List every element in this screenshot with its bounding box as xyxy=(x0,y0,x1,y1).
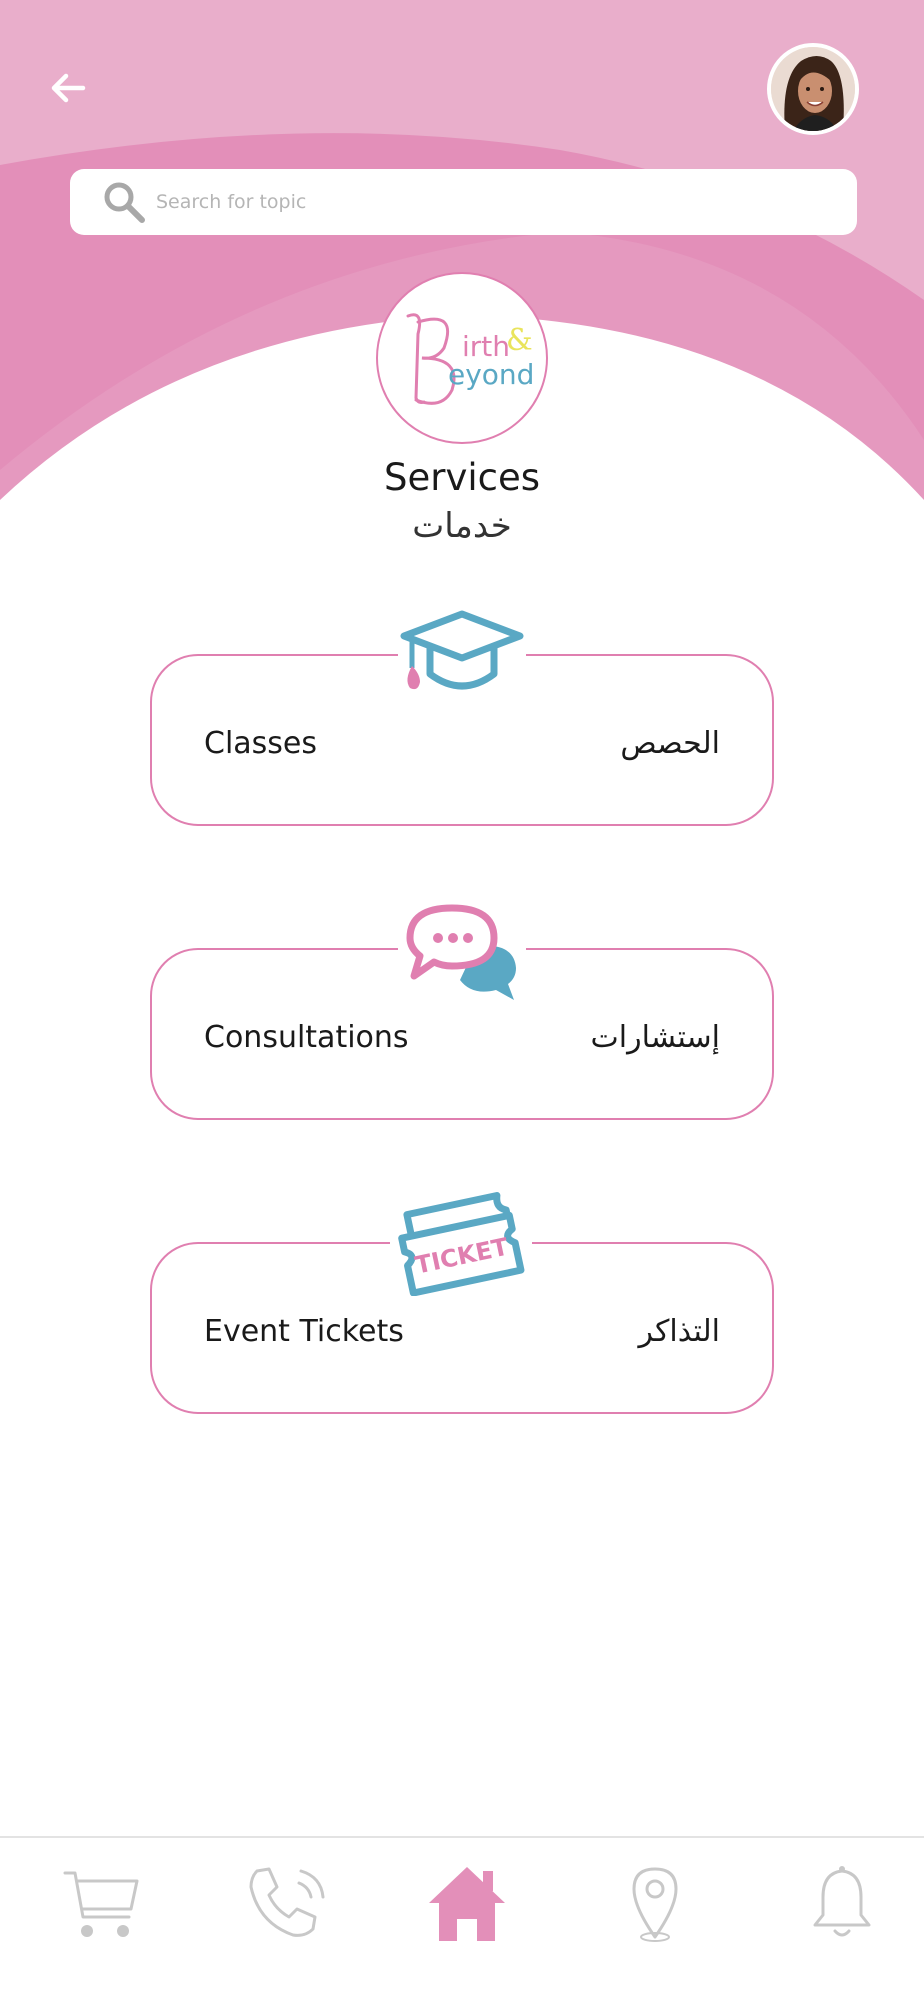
service-label-en: Classes xyxy=(204,726,318,761)
service-label-ar: إستشارات xyxy=(590,1020,721,1055)
cart-icon xyxy=(63,1871,139,1937)
nav-phone[interactable] xyxy=(240,1858,330,1948)
service-label-en: Event Tickets xyxy=(204,1314,404,1349)
avatar[interactable] xyxy=(767,43,859,135)
nav-location[interactable] xyxy=(610,1858,700,1948)
service-label-ar: التذاكر xyxy=(638,1314,720,1349)
home-icon xyxy=(429,1867,505,1941)
arrow-left-icon xyxy=(51,73,86,103)
back-button[interactable] xyxy=(44,64,92,112)
service-label-en: Consultations xyxy=(204,1020,409,1055)
ticket-icon: TICKET xyxy=(390,1190,532,1297)
svg-text:eyond: eyond xyxy=(448,358,534,391)
bell-icon xyxy=(813,1866,871,1937)
page-title: Services xyxy=(383,456,541,499)
nav-home[interactable] xyxy=(422,1858,512,1948)
nav-notifications[interactable] xyxy=(797,1858,887,1948)
bottom-navigation xyxy=(0,1836,924,2000)
svg-text:&: & xyxy=(506,323,533,358)
page-title-arabic: خدمات xyxy=(412,506,512,546)
search-input[interactable] xyxy=(156,191,756,213)
location-pin-icon xyxy=(632,1867,678,1942)
graduation-cap-icon xyxy=(398,608,526,704)
phone-icon xyxy=(249,1867,325,1937)
service-label-ar: الحصص xyxy=(620,726,720,761)
nav-cart[interactable] xyxy=(56,1858,146,1948)
birth-beyond-logo: irth & eyond xyxy=(376,272,548,444)
search-bar[interactable] xyxy=(70,169,857,235)
chat-bubbles-icon xyxy=(398,902,526,1002)
search-icon xyxy=(104,182,145,223)
user-avatar xyxy=(771,47,855,131)
